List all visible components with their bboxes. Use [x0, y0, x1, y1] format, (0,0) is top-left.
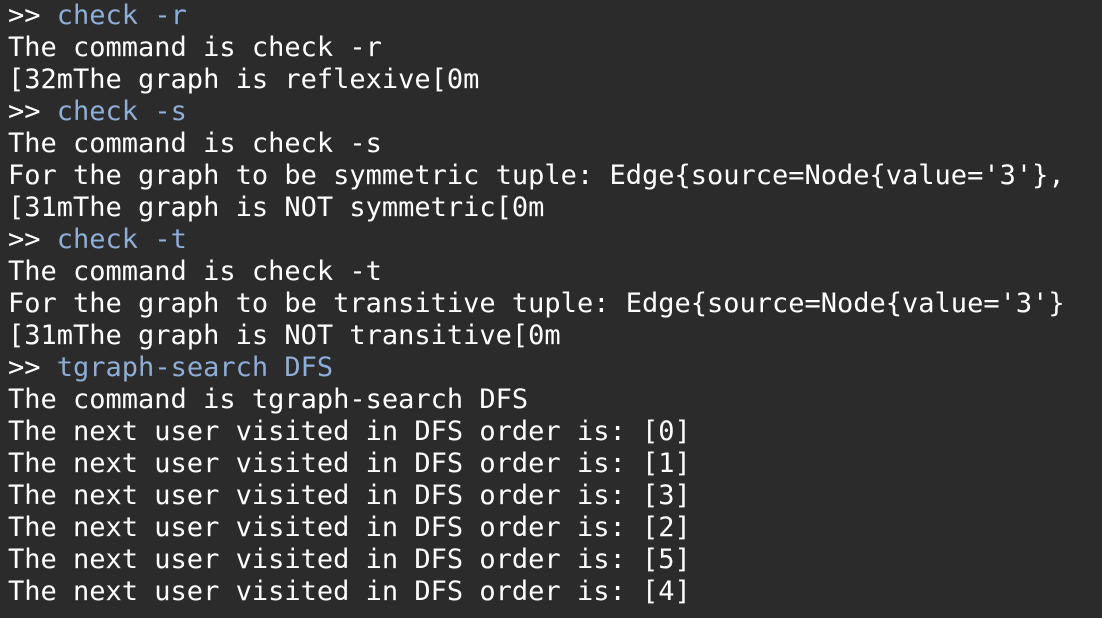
command-text: check -t	[56, 224, 187, 255]
output-line: The command is check -r	[8, 32, 382, 63]
output-line: The next user visited in DFS order is: […	[8, 448, 691, 479]
prompt-line: >> check -t	[8, 224, 1102, 256]
prompt-line: >> check -r	[8, 0, 1102, 32]
command-text: check -r	[56, 0, 187, 31]
prompt-marker: >>	[8, 0, 41, 31]
output-line: The command is check -s	[8, 128, 382, 159]
command-text: check -s	[56, 96, 187, 127]
output-line: The next user visited in DFS order is: […	[8, 576, 691, 607]
terminal-output[interactable]: >> check -r The command is check -r [32m…	[0, 0, 1102, 618]
output-line: For the graph to be transitive tuple: Ed…	[8, 288, 1065, 319]
prompt-line: >> tgraph-search DFS	[8, 352, 1102, 384]
command-text: tgraph-search DFS	[56, 352, 334, 383]
output-line: The next user visited in DFS order is: […	[8, 512, 691, 543]
prompt-line: >> check -s	[8, 96, 1102, 128]
output-line: [31mThe graph is NOT symmetric[0m	[8, 192, 545, 223]
output-line: The command is check -t	[8, 256, 382, 287]
output-line: [32mThe graph is reflexive[0m	[8, 64, 480, 95]
prompt-marker: >>	[8, 352, 41, 383]
output-line: For the graph to be symmetric tuple: Edg…	[8, 160, 1065, 191]
prompt-marker: >>	[8, 96, 41, 127]
output-line: The next user visited in DFS order is: […	[8, 480, 691, 511]
output-line: [31mThe graph is NOT transitive[0m	[8, 320, 561, 351]
output-line: The next user visited in DFS order is: […	[8, 544, 691, 575]
prompt-marker: >>	[8, 224, 41, 255]
output-line: The command is tgraph-search DFS	[8, 384, 529, 415]
output-line: The next user visited in DFS order is: […	[8, 416, 691, 447]
